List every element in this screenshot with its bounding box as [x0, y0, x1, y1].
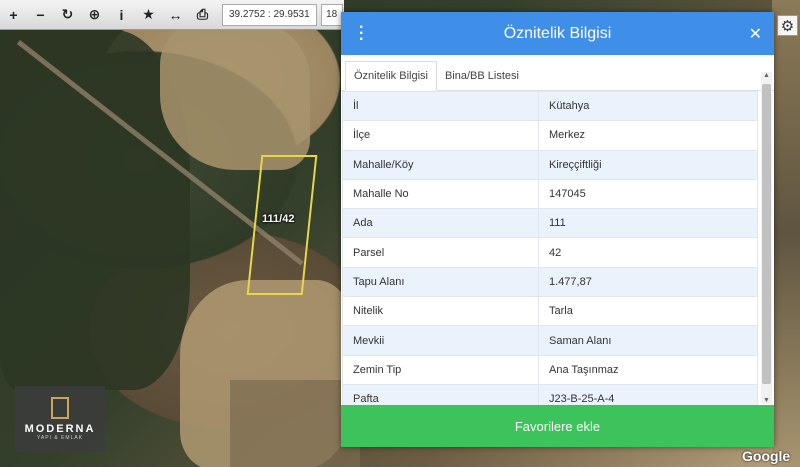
- logo-mark: [51, 397, 69, 419]
- table-row: Mahalle No 147045: [342, 178, 758, 210]
- table-row: Mahalle/Köy Kireççiftliği: [342, 149, 758, 180]
- row-key: İlçe: [342, 120, 539, 151]
- row-key: Zemin Tip: [342, 354, 539, 385]
- table-row: Ada 111: [342, 208, 758, 239]
- menu-icon[interactable]: · · ·: [359, 20, 364, 48]
- table-row: İl Kütahya: [342, 91, 758, 122]
- row-value: J23-B-25-A-4: [538, 383, 758, 405]
- info-icon[interactable]: i: [108, 0, 135, 30]
- parcel-outline[interactable]: [246, 155, 318, 295]
- table-row: Zemin Tip Ana Taşınmaz: [342, 354, 758, 385]
- locate-icon[interactable]: ⊕: [81, 0, 108, 30]
- row-key: Mevkii: [342, 325, 539, 356]
- tab-attribute-info[interactable]: Öznitelik Bilgisi: [345, 61, 437, 91]
- row-key: Mahalle No: [342, 178, 539, 210]
- zoom-in-icon[interactable]: +: [0, 0, 27, 30]
- row-value: Saman Alanı: [538, 325, 758, 356]
- table-row: İlçe Merkez: [342, 120, 758, 151]
- print-icon[interactable]: ⎙: [189, 0, 216, 30]
- row-value: 111: [538, 208, 758, 239]
- parcel-label: 111/42: [262, 213, 295, 225]
- table-row: Nitelik Tarla: [342, 296, 758, 327]
- row-value: Kütahya: [538, 91, 758, 122]
- field-area: [160, 20, 310, 170]
- row-value: 42: [538, 237, 758, 268]
- logo-name: MODERNA: [24, 423, 96, 435]
- attribute-table-container[interactable]: İl Kütahya İlçe Merkez Mahalle/Köy Kireççif…: [341, 91, 774, 405]
- add-favorite-button[interactable]: Favorilere ekle: [341, 405, 774, 447]
- attribute-info-dialog: · · · Öznitelik Bilgisi ✕ Öznitelik Bilgis…: [341, 12, 774, 447]
- map-toolbar: + − ↻ ⊕ i ★ ↔ ⎙ 39.2752 : 29.9531 18: [0, 0, 344, 30]
- row-value: 147045: [538, 178, 758, 210]
- tab-building-list[interactable]: Bina/BB Listesi: [437, 61, 527, 91]
- table-row: Pafta J23-B-25-A-4: [342, 383, 758, 405]
- row-key: Tapu Alanı: [342, 266, 539, 298]
- gear-icon[interactable]: ⚙: [777, 15, 798, 36]
- google-logo: Google: [742, 448, 791, 464]
- dialog-header: · · · Öznitelik Bilgisi ✕: [341, 12, 774, 55]
- row-value: Tarla: [538, 296, 758, 327]
- star-icon[interactable]: ★: [135, 0, 162, 30]
- close-icon[interactable]: ✕: [749, 24, 762, 44]
- attribute-table: İl Kütahya İlçe Merkez Mahalle/Köy Kireççif…: [342, 91, 758, 405]
- coordinate-readout: 39.2752 : 29.9531: [222, 3, 317, 26]
- table-row: Mevkii Saman Alanı: [342, 325, 758, 356]
- zoom-level: 18: [320, 3, 343, 26]
- logo-subtitle: YAPI & EMLAK: [36, 435, 84, 441]
- dialog-tabs: Öznitelik Bilgisi Bina/BB Listesi: [341, 55, 774, 91]
- row-value: Kireççiftliği: [538, 149, 758, 180]
- row-key: İl: [342, 91, 539, 122]
- dialog-title: Öznitelik Bilgisi: [503, 24, 612, 42]
- scrollbar-thumb[interactable]: [762, 84, 771, 384]
- row-key: Mahalle/Köy: [342, 149, 539, 180]
- company-logo: MODERNA YAPI & EMLAK: [15, 386, 105, 452]
- row-key: Pafta: [342, 383, 539, 405]
- scroll-down-icon[interactable]: ▼: [763, 397, 770, 404]
- scroll-up-icon[interactable]: ▲: [763, 72, 770, 79]
- row-key: Nitelik: [342, 296, 539, 327]
- row-value: Merkez: [538, 120, 758, 151]
- zoom-out-icon[interactable]: −: [27, 0, 54, 30]
- table-scrollbar[interactable]: ▲ ▼: [761, 72, 772, 404]
- row-value: 1.477,87: [538, 266, 758, 298]
- map-edge: [772, 0, 800, 467]
- row-value: Ana Taşınmaz: [538, 354, 758, 385]
- row-key: Ada: [342, 208, 539, 239]
- measure-icon[interactable]: ↔: [162, 0, 189, 30]
- table-row: Parsel 42: [342, 237, 758, 268]
- table-row: Tapu Alanı 1.477,87: [342, 266, 758, 298]
- refresh-icon[interactable]: ↻: [54, 0, 81, 30]
- row-key: Parsel: [342, 237, 539, 268]
